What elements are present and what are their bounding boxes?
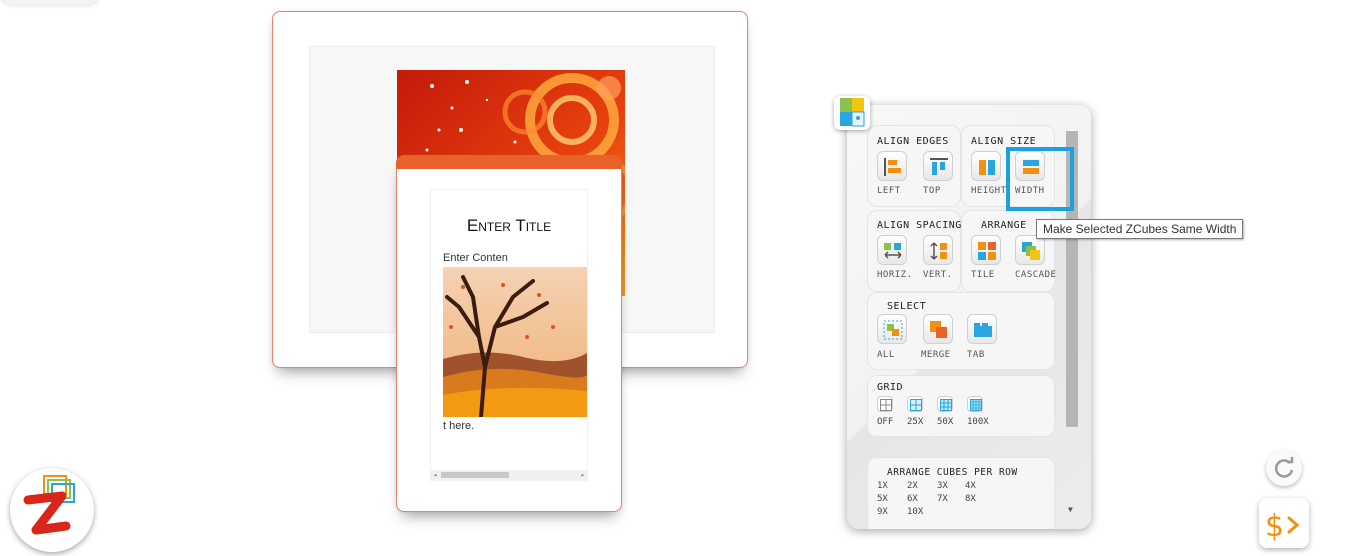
- merge-icon: [930, 321, 947, 338]
- align-left-button[interactable]: [877, 151, 907, 181]
- grid-25-label: 25X: [907, 417, 924, 427]
- per-row-5x[interactable]: 5X: [877, 494, 888, 504]
- dollar-prompt-icon[interactable]: $: [1259, 498, 1309, 548]
- align-height-label: HEIGHT: [971, 186, 1007, 196]
- card-page: Enter Title Enter Conten t here. ◂ ▸: [430, 189, 588, 481]
- grid-50-button[interactable]: [937, 396, 953, 412]
- top-left-tab[interactable]: [0, 0, 100, 4]
- grid-off-button[interactable]: [877, 396, 893, 412]
- grid-100-icon: [970, 399, 982, 411]
- cubes-per-row-label: ARRANGE CUBES PER ROW: [887, 467, 1018, 478]
- align-edges-group: ALIGN EDGES LEFT TOP: [867, 125, 961, 207]
- merge-label: MERGE: [921, 350, 951, 360]
- scroll-down-arrow-icon[interactable]: ▼: [1068, 505, 1073, 514]
- horizontal-spacing-label: HORIZ.: [877, 270, 913, 280]
- per-row-3x[interactable]: 3X: [937, 481, 948, 491]
- vertical-spacing-label: VERT.: [923, 270, 953, 280]
- grid-off-icon: [880, 399, 892, 411]
- tab-label: TAB: [967, 350, 985, 360]
- grid-100-button[interactable]: [967, 396, 983, 412]
- select-all-icon: [883, 320, 903, 340]
- grid-50-icon: [940, 399, 952, 411]
- tab-button[interactable]: [967, 314, 997, 344]
- card-horizontal-scrollbar[interactable]: ◂ ▸: [431, 470, 587, 480]
- grid-group: GRID OFF 25X 50X 100X: [867, 375, 1055, 437]
- per-row-1x[interactable]: 1X: [877, 481, 888, 491]
- tooltip: Make Selected ZCubes Same Width: [1036, 219, 1244, 239]
- card-title[interactable]: Enter Title: [431, 216, 587, 236]
- per-row-10x[interactable]: 10X: [907, 507, 923, 517]
- zcube-card-front[interactable]: Enter Title Enter Conten t here. ◂ ▸: [396, 155, 622, 512]
- per-row-2x[interactable]: 2X: [907, 481, 918, 491]
- align-spacing-label: ALIGN SPACING: [877, 220, 962, 231]
- card-front-top-strip: [396, 155, 622, 169]
- align-top-icon: [930, 158, 948, 175]
- per-row-9x[interactable]: 9X: [877, 507, 888, 517]
- cascade-label: CASCADE: [1015, 270, 1057, 280]
- horizontal-spacing-icon: [884, 243, 902, 259]
- same-height-icon: [979, 160, 995, 175]
- align-left-label: LEFT: [877, 186, 901, 196]
- autumn-tree-image: [443, 267, 587, 419]
- select-label: SELECT: [887, 301, 927, 312]
- grid-25-button[interactable]: [907, 396, 923, 412]
- cubes-per-row-group: ARRANGE CUBES PER ROW 1X 2X 3X 4X 5X 6X …: [867, 457, 1055, 529]
- per-row-6x[interactable]: 6X: [907, 494, 918, 504]
- card-content-start[interactable]: Enter Conten: [443, 252, 508, 264]
- tab-icon: [974, 323, 992, 337]
- align-edges-label: ALIGN EDGES: [877, 136, 949, 147]
- zcubes-logo-icon[interactable]: [10, 468, 94, 552]
- grid-off-label: OFF: [877, 417, 894, 427]
- cascade-button[interactable]: [1015, 235, 1045, 265]
- per-row-8x[interactable]: 8X: [965, 494, 976, 504]
- vertical-spacing-button[interactable]: [923, 235, 953, 265]
- align-left-icon: [884, 158, 901, 176]
- vertical-spacing-icon: [930, 242, 947, 260]
- grid-50-label: 50X: [937, 417, 954, 427]
- cascade-icon: [1022, 242, 1040, 260]
- scrollbar-thumb[interactable]: [441, 472, 509, 478]
- tile-icon: [978, 242, 996, 260]
- scroll-left-arrow-icon[interactable]: ◂: [433, 470, 437, 480]
- grid-100-label: 100X: [967, 417, 989, 427]
- refresh-icon[interactable]: [1266, 450, 1302, 486]
- align-spacing-group: ALIGN SPACING HORIZ. VERT.: [867, 210, 961, 292]
- grid-25-icon: [910, 399, 922, 411]
- align-top-button[interactable]: [923, 151, 953, 181]
- panel-images-icon[interactable]: [834, 96, 870, 130]
- tile-button[interactable]: [971, 235, 1001, 265]
- align-height-button[interactable]: [971, 151, 1001, 181]
- align-size-label: ALIGN SIZE: [971, 136, 1037, 147]
- svg-text:$: $: [1265, 509, 1284, 544]
- per-row-7x[interactable]: 7X: [937, 494, 948, 504]
- grid-label: GRID: [877, 382, 904, 393]
- align-top-label: TOP: [923, 186, 941, 196]
- horizontal-spacing-button[interactable]: [877, 235, 907, 265]
- width-button-highlight: [1006, 147, 1074, 211]
- scroll-right-arrow-icon[interactable]: ▸: [581, 470, 585, 480]
- arrange-label: ARRANGE: [981, 220, 1027, 231]
- per-row-4x[interactable]: 4X: [965, 481, 976, 491]
- select-all-button[interactable]: [877, 314, 907, 344]
- merge-button[interactable]: [923, 314, 953, 344]
- card-content-end[interactable]: t here.: [443, 420, 474, 432]
- select-all-label: ALL: [877, 350, 895, 360]
- tile-label: TILE: [971, 270, 995, 280]
- select-group: SELECT ALL MERGE TAB: [867, 292, 1055, 370]
